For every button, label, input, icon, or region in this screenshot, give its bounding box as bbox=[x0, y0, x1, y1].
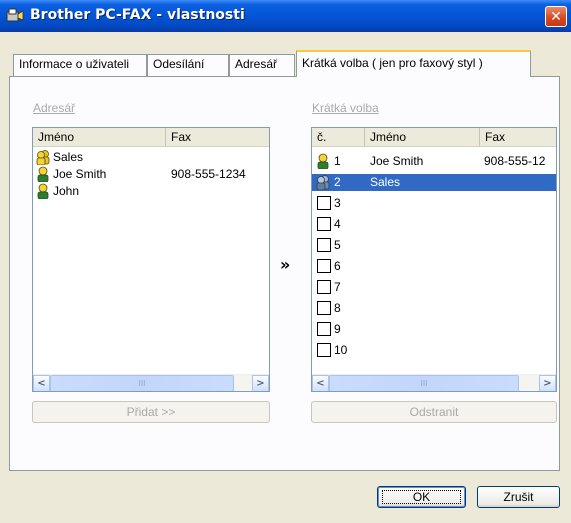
address-book-row-sales[interactable]: Sales bbox=[33, 149, 269, 166]
chevron-left-icon: < bbox=[316, 378, 325, 389]
window-title: Brother PC-FAX - vlastnosti bbox=[30, 7, 245, 23]
speed-dial-group-label: Krátká volba bbox=[312, 101, 379, 115]
column-header-label: č. bbox=[317, 130, 327, 144]
remove-button[interactable]: Odstranit bbox=[311, 401, 557, 423]
contact-name: John bbox=[53, 184, 80, 198]
address-book-group-label: Adresář bbox=[33, 101, 76, 115]
column-header-label: Jméno bbox=[38, 130, 75, 144]
tab-user-info[interactable]: Informace o uživateli bbox=[13, 54, 147, 76]
focus-rectangle bbox=[382, 490, 461, 504]
speed-dial-list[interactable]: č. Jméno Fax 1 Joe Smith 908-555-12 2 Sa… bbox=[311, 127, 557, 392]
empty-slot-checkbox[interactable] bbox=[317, 301, 331, 315]
empty-slot-checkbox[interactable] bbox=[317, 280, 331, 294]
contact-name: Joe Smith bbox=[53, 167, 107, 181]
column-header-fax[interactable]: Fax bbox=[166, 128, 269, 146]
column-header-label: Fax bbox=[171, 130, 192, 144]
address-book-hscrollbar[interactable]: < III > bbox=[33, 374, 269, 391]
remove-button-label: Odstranit bbox=[409, 405, 459, 419]
speed-dial-number: 7 bbox=[334, 280, 341, 294]
column-header-label: Fax bbox=[485, 130, 506, 144]
person-icon bbox=[37, 166, 49, 182]
address-book-row-joe-smith[interactable]: Joe Smith 908-555-1234 bbox=[33, 166, 269, 183]
double-chevron-right-icon[interactable]: » bbox=[280, 255, 290, 274]
column-header-number[interactable]: č. bbox=[312, 128, 365, 146]
speed-dial-number: 1 bbox=[334, 154, 341, 168]
address-book-header: Jméno Fax bbox=[33, 128, 269, 147]
address-book-list[interactable]: Jméno Fax Sales Joe Smith 908-555-1234 J… bbox=[32, 127, 270, 392]
empty-slot-checkbox[interactable] bbox=[317, 196, 331, 210]
speed-dial-row-5[interactable]: 5 bbox=[312, 237, 556, 254]
add-button[interactable]: Přidat >> bbox=[32, 401, 270, 423]
scroll-right-button[interactable]: > bbox=[252, 375, 269, 391]
speed-dial-number: 9 bbox=[334, 322, 341, 336]
group-icon bbox=[36, 150, 50, 165]
close-icon: ✕ bbox=[550, 9, 562, 25]
ok-button[interactable]: OK bbox=[377, 486, 466, 508]
close-button[interactable]: ✕ bbox=[545, 6, 567, 27]
contact-name: Joe Smith bbox=[370, 154, 424, 168]
person-icon bbox=[37, 183, 49, 199]
brother-app-icon bbox=[6, 8, 24, 22]
contact-name: Sales bbox=[370, 175, 401, 189]
empty-slot-checkbox[interactable] bbox=[317, 343, 331, 357]
contact-name: Sales bbox=[53, 150, 84, 164]
chevron-left-icon: < bbox=[37, 378, 46, 389]
tab-sending[interactable]: Odesílání bbox=[147, 54, 229, 76]
empty-slot-checkbox[interactable] bbox=[317, 322, 331, 336]
empty-slot-checkbox[interactable] bbox=[317, 217, 331, 231]
scroll-grip: III bbox=[420, 379, 428, 388]
speed-dial-row-8[interactable]: 8 bbox=[312, 300, 556, 317]
speed-dial-number: 8 bbox=[334, 301, 341, 315]
tab-label: Informace o uživateli bbox=[19, 57, 130, 71]
speed-dial-row-1[interactable]: 1 Joe Smith 908-555-12 bbox=[312, 153, 556, 170]
speed-dial-number: 6 bbox=[334, 259, 341, 273]
tab-label: Krátká volba ( jen pro faxový styl ) bbox=[302, 56, 483, 70]
scroll-left-button[interactable]: < bbox=[33, 375, 50, 391]
title-bar[interactable]: Brother PC-FAX - vlastnosti ✕ bbox=[0, 0, 571, 32]
scroll-grip: III bbox=[138, 379, 146, 388]
scroll-left-button[interactable]: < bbox=[312, 375, 329, 391]
properties-dialog: Brother PC-FAX - vlastnosti ✕ Informace … bbox=[0, 0, 571, 523]
speed-dial-number: 10 bbox=[334, 343, 348, 357]
speed-dial-number: 2 bbox=[334, 175, 341, 189]
contact-fax: 908-555-1234 bbox=[171, 167, 246, 181]
scroll-thumb[interactable]: III bbox=[50, 375, 234, 391]
chevron-right-icon: > bbox=[256, 378, 265, 389]
tab-label: Adresář bbox=[235, 57, 278, 71]
column-header-fax[interactable]: Fax bbox=[480, 128, 556, 146]
speed-dial-row-3[interactable]: 3 bbox=[312, 195, 556, 212]
tab-speed-dial[interactable]: Krátká volba ( jen pro faxový styl ) bbox=[296, 50, 531, 77]
add-button-label: Přidat >> bbox=[126, 405, 176, 419]
speed-dial-row-4[interactable]: 4 bbox=[312, 216, 556, 233]
speed-dial-hscrollbar[interactable]: < III > bbox=[312, 374, 556, 391]
scroll-thumb[interactable]: III bbox=[329, 375, 519, 391]
group-icon bbox=[316, 175, 330, 190]
column-header-name[interactable]: Jméno bbox=[33, 128, 166, 146]
chevron-right-icon: > bbox=[543, 378, 552, 389]
column-header-label: Jméno bbox=[370, 130, 407, 144]
speed-dial-row-7[interactable]: 7 bbox=[312, 279, 556, 296]
speed-dial-row-9[interactable]: 9 bbox=[312, 321, 556, 338]
speed-dial-row-2[interactable]: 2 Sales bbox=[312, 174, 556, 191]
tab-address-book[interactable]: Adresář bbox=[229, 54, 295, 76]
cancel-button[interactable]: Zrušit bbox=[477, 486, 560, 508]
speed-dial-number: 5 bbox=[334, 238, 341, 252]
speed-dial-row-10[interactable]: 10 bbox=[312, 342, 556, 359]
empty-slot-checkbox[interactable] bbox=[317, 238, 331, 252]
person-icon bbox=[317, 153, 329, 169]
contact-fax: 908-555-12 bbox=[484, 154, 546, 168]
scroll-right-button[interactable]: > bbox=[539, 375, 556, 391]
tab-label: Odesílání bbox=[153, 57, 205, 71]
speed-dial-row-6[interactable]: 6 bbox=[312, 258, 556, 275]
empty-slot-checkbox[interactable] bbox=[317, 259, 331, 273]
speed-dial-number: 3 bbox=[334, 196, 341, 210]
address-book-row-john[interactable]: John bbox=[33, 183, 269, 200]
speed-dial-number: 4 bbox=[334, 217, 341, 231]
cancel-button-label: Zrušit bbox=[503, 490, 534, 504]
column-header-name[interactable]: Jméno bbox=[365, 128, 480, 146]
speed-dial-header: č. Jméno Fax bbox=[312, 128, 556, 147]
